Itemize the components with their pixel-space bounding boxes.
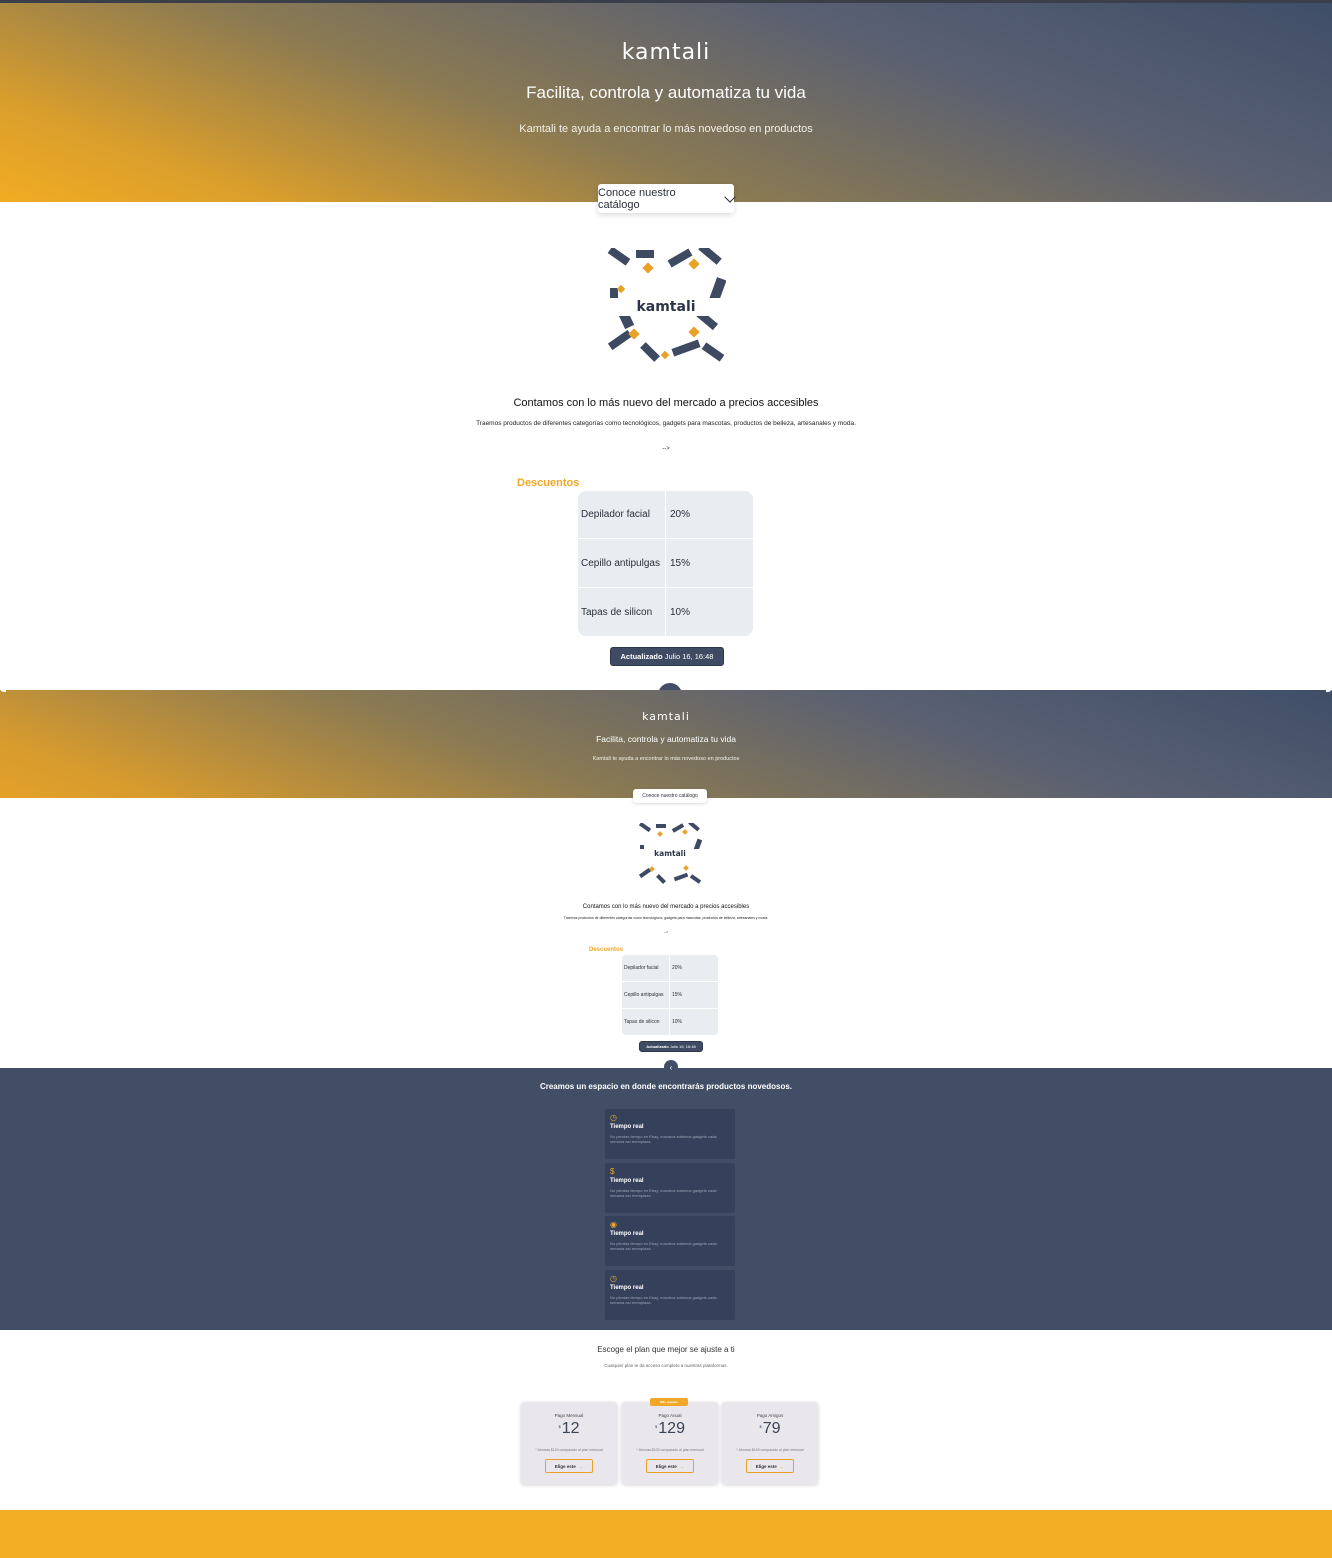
product-name: Depilador facial <box>578 491 666 538</box>
product-name: Cepillo antipulgas <box>578 539 666 587</box>
popular-badge: Más popular <box>650 1398 688 1406</box>
plan-note: * Ahorras $100 comparado al plan mensual <box>636 1448 704 1452</box>
product-name: Cepillo antipulgas <box>622 982 670 1008</box>
feature-desc: No pierdas tiempo en Ebay, nosotros subi… <box>610 1295 717 1305</box>
arrow-link[interactable]: --> <box>0 446 1332 452</box>
table-row: Cepillo antipulgas 15% <box>622 982 718 1009</box>
discount-value: 10% <box>672 1019 683 1025</box>
feature-title: Tiempo real <box>610 1124 644 1130</box>
plan-card: Pago Anual $129 * Ahorras $100 comparado… <box>622 1402 718 1484</box>
plan-price: $12 <box>521 1420 617 1438</box>
plan-price: $129 <box>622 1420 718 1438</box>
arrow-right-icon: → <box>679 1463 685 1469</box>
updated-value: Julio 16, 16:48 <box>669 1044 696 1049</box>
plan-name: Pago Anual <box>658 1413 682 1418</box>
discounts-table-small: Depilador facial 20% Cepillo antipulgas … <box>622 955 718 1035</box>
table-row: Cepillo antipulgas 15% <box>578 539 753 588</box>
pattern-logo: kamtali <box>606 298 726 316</box>
eye-icon: ◉ <box>610 1220 617 1229</box>
discount-value: 15% <box>670 557 691 569</box>
clock-icon: ◷ <box>610 1113 617 1122</box>
hero-subtitle-small: Kamtali te ayuda a encontrar lo más nove… <box>592 756 740 762</box>
intro-text-small: Traemos productos de diferentes categorí… <box>563 916 769 920</box>
pattern-logo: kamtali <box>638 849 702 859</box>
plan-card: Pago Amigos $79 * Ahorras $149 comparado… <box>722 1402 818 1484</box>
plan-price: $79 <box>722 1420 818 1438</box>
feature-title: Tiempo real <box>610 1285 644 1291</box>
updated-value: Julio 16, 16:48 <box>664 652 714 661</box>
arrow-link-small[interactable]: --> <box>0 930 1332 934</box>
catalog-button-label: Conoce nuestro catálogo <box>642 793 698 799</box>
choose-plan-button[interactable]: Elige este → <box>545 1459 593 1473</box>
pricing-subheading: Cualquier plan te da acceso completo a n… <box>604 1363 728 1368</box>
scroll-top-button-small[interactable]: ‹ <box>664 1060 678 1074</box>
currency: $ <box>558 1424 561 1429</box>
intro-heading: Contamos con lo más nuevo del mercado a … <box>513 397 819 409</box>
feature-desc: No pierdas tiempo en Ebay, nosotros subi… <box>610 1134 717 1144</box>
discount-value: 20% <box>672 965 683 971</box>
plan-card: Pago Mensual $12 * Ahorras $120 comparad… <box>521 1402 617 1484</box>
plan-name: Pago Amigos <box>756 1413 784 1418</box>
table-row: Tapas de silicon 10% <box>578 588 753 636</box>
discount-value: 10% <box>670 606 691 618</box>
table-row: Depilador facial 20% <box>578 491 753 539</box>
arrow-right-icon: → <box>578 1463 584 1469</box>
price-value: 12 <box>561 1420 580 1437</box>
clock-icon: ◷ <box>610 1274 617 1283</box>
price-value: 129 <box>658 1420 685 1437</box>
intro-heading-small: Contamos con lo más nuevo del mercado a … <box>582 904 750 910</box>
feature-title: Tiempo real <box>610 1178 644 1184</box>
updated-label: Actualizado <box>620 652 663 661</box>
plan-name: Pago Mensual <box>554 1413 584 1418</box>
updated-badge: Actualizado Julio 16, 16:48 <box>610 647 724 666</box>
choose-plan-label: Elige este <box>755 1463 777 1469</box>
currency: $ <box>759 1424 762 1429</box>
features-heading: Creamos un espacio en donde encontrarás … <box>539 1082 793 1091</box>
choose-plan-label: Elige este <box>655 1463 677 1469</box>
discount-value: 15% <box>672 992 683 998</box>
discount-value: 20% <box>670 509 691 520</box>
choose-plan-button[interactable]: Elige este → <box>746 1459 794 1473</box>
feature-desc: No pierdas tiempo en Ebay, nosotros subi… <box>610 1241 717 1251</box>
choose-plan-label: Elige este <box>554 1463 576 1469</box>
feature-card: $ Tiempo real No pierdas tiempo en Ebay,… <box>605 1163 735 1213</box>
discounts-table: Depilador facial 20% Cepillo antipulgas … <box>578 491 753 636</box>
kamtali-pattern-image: kamtali <box>606 248 726 368</box>
catalog-button-small[interactable]: Conoce nuestro catálogo <box>633 789 707 803</box>
price-value: 79 <box>762 1420 781 1437</box>
discounts-title-small: Descuentos <box>589 947 624 953</box>
table-row: Depilador facial 20% <box>622 955 718 982</box>
dollar-icon: $ <box>610 1167 615 1176</box>
catalog-button[interactable]: Conoce nuestro catálogo <box>598 184 736 213</box>
product-name: Tapas de silicon <box>622 1009 670 1035</box>
intro-text: Traemos productos de diferentes categorí… <box>476 420 856 427</box>
feature-card: ◉ Tiempo real No pierdas tiempo en Ebay,… <box>605 1216 735 1266</box>
hero-title-small: Facilita, controla y automatiza tu vida <box>596 734 736 744</box>
kamtali-pattern-image-small: kamtali <box>638 823 702 887</box>
footer-band <box>0 1510 1332 1558</box>
pricing-heading: Escoge el plan que mejor se ajuste a ti <box>597 1345 735 1354</box>
choose-plan-button[interactable]: Elige este → <box>646 1459 694 1473</box>
updated-label: Actualizado <box>646 1044 669 1049</box>
plan-note: * Ahorras $149 comparado al plan mensual <box>736 1448 804 1452</box>
product-name: Tapas de silicon <box>578 588 666 636</box>
hero-title: Facilita, controla y automatiza tu vida <box>526 83 806 102</box>
hero-subtitle: Kamtali te ayuda a encontrar lo más nove… <box>519 123 813 135</box>
discounts-title: Descuentos <box>517 477 580 489</box>
brand-logo[interactable]: kamtali <box>0 40 1332 65</box>
table-row: Tapas de silicon 10% <box>622 1009 718 1035</box>
feature-card: ◷ Tiempo real No pierdas tiempo en Ebay,… <box>605 1270 735 1320</box>
feature-title: Tiempo real <box>610 1231 644 1237</box>
feature-card: ◷ Tiempo real No pierdas tiempo en Ebay,… <box>605 1109 735 1159</box>
arrow-right-icon: → <box>779 1463 785 1469</box>
catalog-button-label: Conoce nuestro catálogo <box>598 186 676 211</box>
updated-badge-small: Actualizado Julio 16, 16:48 <box>639 1041 703 1052</box>
brand-logo-small[interactable]: kamtali <box>0 710 1332 723</box>
hero-section-small <box>0 690 1332 798</box>
plan-note: * Ahorras $120 comparado al plan mensual <box>535 1448 603 1452</box>
currency: $ <box>655 1424 658 1429</box>
product-name: Depilador facial <box>622 955 670 981</box>
feature-desc: No pierdas tiempo en Ebay, nosotros subi… <box>610 1188 717 1198</box>
